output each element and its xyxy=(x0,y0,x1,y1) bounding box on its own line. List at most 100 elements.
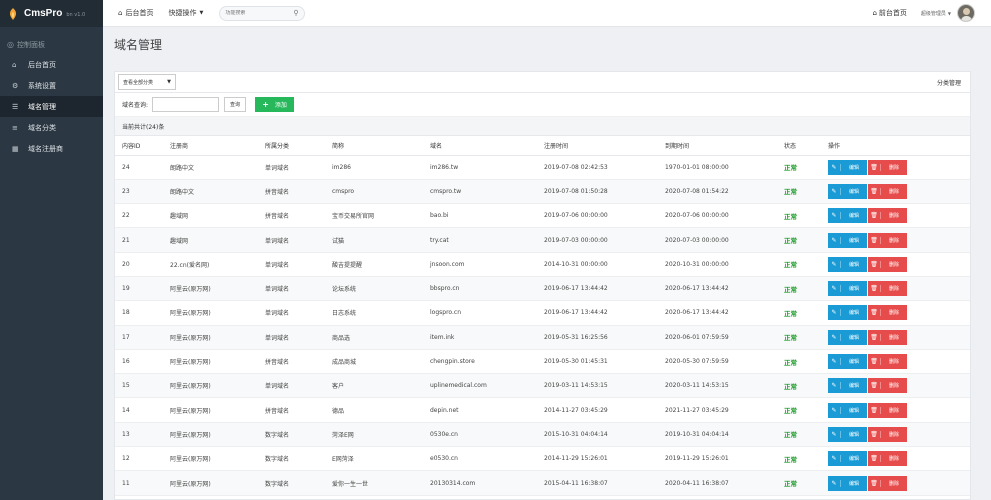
delete-button[interactable]: 🗑 删除 xyxy=(868,451,907,467)
sidebar-item-0[interactable]: ⌂ 后台首页 xyxy=(0,54,103,75)
function-search-input[interactable] xyxy=(225,10,294,16)
table-row: 24 朗路中文 单词域名 im286 im286.tw 2019-07-08 02:42:… xyxy=(115,155,970,180)
delete-label: 删除 xyxy=(888,261,899,268)
edit-button[interactable]: ✎ 编辑 xyxy=(828,475,867,491)
table-row: 15 阿里云(原万网) 单词域名 客户 uplinemedical.com 2019-03… xyxy=(115,373,970,399)
table-cell: 日志系统 xyxy=(332,300,430,326)
search-icon[interactable]: ⚲ xyxy=(293,9,298,17)
delete-button[interactable]: 🗑 删除 xyxy=(868,232,907,248)
row-actions: ✎ 编辑 🗑 删除 xyxy=(828,470,970,496)
delete-button[interactable]: 🗑 删除 xyxy=(868,402,907,418)
row-actions: ✎ 编辑 🗑 删除 xyxy=(828,276,970,302)
domain-query-input[interactable] xyxy=(152,97,220,112)
edit-icon: ✎ xyxy=(828,479,841,487)
trash-icon: 🗑 xyxy=(868,309,881,317)
front-home-link[interactable]: ⌂ 前台首页 xyxy=(872,8,906,18)
topbar-home-link[interactable]: ⌂ 后台首页 xyxy=(118,8,153,18)
table-cell: 论坛系统 xyxy=(332,276,430,302)
delete-button[interactable]: 🗑 删除 xyxy=(868,183,907,199)
sidebar-item-1[interactable]: ⚙ 系统设置 xyxy=(0,75,103,96)
delete-button[interactable]: 🗑 删除 xyxy=(868,475,907,491)
table-row: 14 阿里云(原万网) 拼音域名 德品 depin.net 2014-11-27 03:4… xyxy=(115,397,970,423)
function-search: ⚲ xyxy=(219,5,306,21)
trash-icon: 🗑 xyxy=(868,479,881,487)
edit-button[interactable]: ✎ 编辑 xyxy=(828,183,867,199)
edit-icon: ✎ xyxy=(828,309,841,317)
delete-button[interactable]: 🗑 删除 xyxy=(868,305,907,321)
brand[interactable]: CmsPro bn v1.0 xyxy=(0,0,103,27)
delete-button[interactable]: 🗑 删除 xyxy=(868,208,907,224)
table-cell: 11 xyxy=(115,470,170,496)
edit-button[interactable]: ✎ 编辑 xyxy=(828,329,867,345)
edit-icon: ✎ xyxy=(828,455,841,463)
sidebar-item-3[interactable]: ≡ 域名分类 xyxy=(0,117,103,138)
delete-button[interactable]: 🗑 删除 xyxy=(868,256,907,272)
category-select[interactable]: 查看全部分类 ▼ xyxy=(118,74,176,90)
topbar-home-label: 后台首页 xyxy=(125,9,154,17)
table-cell: depin.net xyxy=(430,397,544,423)
edit-button[interactable]: ✎ 编辑 xyxy=(828,159,867,175)
edit-button[interactable]: ✎ 编辑 xyxy=(828,378,867,394)
table-cell: 阿里云(原万网) xyxy=(170,422,265,448)
table-cell: 16 xyxy=(115,349,170,375)
edit-button[interactable]: ✎ 编辑 xyxy=(828,281,867,297)
delete-button[interactable]: 🗑 删除 xyxy=(868,159,907,175)
query-button[interactable]: 查询 xyxy=(224,97,247,112)
row-actions: ✎ 编辑 🗑 删除 xyxy=(828,155,970,180)
edit-button[interactable]: ✎ 编辑 xyxy=(828,208,867,224)
table-cell: 17 xyxy=(115,325,170,350)
delete-button[interactable]: 🗑 删除 xyxy=(868,281,907,297)
table-row: 23 朗路中文 拼音域名 cmspro cmspro.tw 2019-07-08 01:5… xyxy=(115,179,970,205)
table-cell: 拼音域名 xyxy=(265,203,332,229)
table-cell: 阿里云(原万网) xyxy=(170,397,265,423)
table-cell: 2019-07-08 01:50:28 xyxy=(544,179,665,205)
row-actions: ✎ 编辑 🗑 删除 xyxy=(828,422,970,448)
edit-button[interactable]: ✎ 编辑 xyxy=(828,354,867,370)
delete-label: 删除 xyxy=(888,310,899,317)
avatar[interactable] xyxy=(957,4,975,22)
table-cell: 单词域名 xyxy=(265,276,332,302)
delete-button[interactable]: 🗑 删除 xyxy=(868,354,907,370)
table-cell: cmspro xyxy=(332,179,430,205)
table-cell: 19 xyxy=(115,276,170,302)
delete-label: 删除 xyxy=(888,480,899,487)
table-cell: 数字域名 xyxy=(265,446,332,472)
sidebar: CmsPro bn v1.0 ◎ 控制面板 ⌂ 后台首页 ⚙ 系统设置 ☰ 域名管理 ≡ 域名… xyxy=(0,0,103,500)
brand-name: CmsPro xyxy=(24,8,63,19)
edit-button[interactable]: ✎ 编辑 xyxy=(828,426,867,442)
delete-button[interactable]: 🗑 删除 xyxy=(868,329,907,345)
column-header: 注册商 xyxy=(170,136,265,156)
category-manage-link[interactable]: 分类管理 xyxy=(937,78,961,87)
user-menu[interactable]: 超级管理员 ▼ xyxy=(921,4,975,22)
sidebar-item-2[interactable]: ☰ 域名管理 xyxy=(0,96,103,117)
table-cell: 趣域网 xyxy=(170,203,265,229)
edit-button[interactable]: ✎ 编辑 xyxy=(828,256,867,272)
table-cell: 2019-03-11 14:53:15 xyxy=(544,373,665,399)
status-badge: 正常 xyxy=(784,276,828,302)
edit-button[interactable]: ✎ 编辑 xyxy=(828,232,867,248)
edit-button[interactable]: ✎ 编辑 xyxy=(828,402,867,418)
table-row: 18 阿里云(原万网) 单词域名 日志系统 logspro.cn 2019-06-17 1… xyxy=(115,300,970,326)
delete-button[interactable]: 🗑 删除 xyxy=(868,426,907,442)
edit-button[interactable]: ✎ 编辑 xyxy=(828,305,867,321)
row-actions: ✎ 编辑 🗑 删除 xyxy=(828,227,970,253)
status-badge: 正常 xyxy=(784,203,828,229)
table-cell: 2019-07-03 00:00:00 xyxy=(544,227,665,253)
table-cell: 24 xyxy=(115,155,170,180)
table-cell: 0530e.cn xyxy=(430,422,544,448)
table-cell: 21 xyxy=(115,227,170,253)
table-cell: 拼音域名 xyxy=(265,179,332,205)
add-button[interactable]: + 添加 xyxy=(255,97,295,112)
delete-button[interactable]: 🗑 删除 xyxy=(868,378,907,394)
sidebar-item-4[interactable]: ▦ 域名注册商 xyxy=(0,138,103,159)
caret-down-icon: ▼ xyxy=(947,10,951,16)
edit-icon: ✎ xyxy=(828,236,841,244)
table-row: 19 阿里云(原万网) 单词域名 论坛系统 bbspro.cn 2019-06-17 13… xyxy=(115,276,970,302)
status-badge: 正常 xyxy=(784,349,828,375)
quick-ops-dropdown[interactable]: 快捷操作 ▼ xyxy=(168,8,203,18)
edit-button[interactable]: ✎ 编辑 xyxy=(828,451,867,467)
table-cell: 22.cn(爱名网) xyxy=(170,252,265,277)
edit-icon: ✎ xyxy=(828,163,841,171)
grid-icon: ▦ xyxy=(12,144,19,153)
table-cell: 单词域名 xyxy=(265,252,332,277)
